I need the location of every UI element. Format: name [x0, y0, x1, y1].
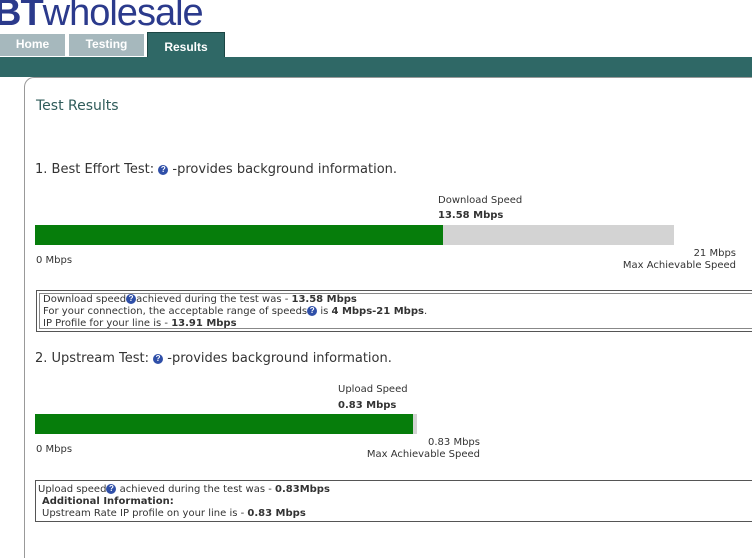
upload-speed-label: Upload Speed — [338, 384, 408, 395]
upload-info-text-1: Upload speed — [38, 484, 107, 495]
range-info-end: . — [423, 306, 428, 317]
logo-bt: BT — [0, 0, 44, 34]
logo-wholesale: wholesale — [42, 0, 204, 34]
tab-results[interactable]: Results — [147, 32, 225, 58]
download-info-value: 13.58 Mbps — [291, 294, 357, 305]
upload-speed-fill — [35, 414, 414, 434]
page-title: Test Results — [36, 98, 119, 114]
download-speed-fill — [35, 225, 444, 245]
upload-info-box: Upload speed? achieved during the test w… — [35, 480, 752, 522]
upload-info-value: 0.83Mbps — [275, 484, 330, 495]
nav-tabs: Home Testing Results — [0, 32, 752, 58]
range-info-value: 4 Mbps-21 Mbps — [331, 306, 424, 317]
upstream-profile-value: 0.83 Mbps — [247, 508, 306, 519]
help-icon[interactable]: ? — [307, 306, 318, 316]
ip-profile-text: IP Profile for your line is - — [43, 318, 172, 329]
upload-max-value: 0.83 Mbps — [428, 437, 480, 448]
upload-speed-value: 0.83 Mbps — [338, 400, 397, 411]
download-speed-label: Download Speed — [438, 195, 523, 206]
download-speed-bar — [35, 225, 674, 245]
range-info-is: is — [317, 306, 332, 317]
range-info-text: For your connection, the acceptable rang… — [43, 306, 308, 317]
ip-profile-value: 13.91 Mbps — [171, 318, 237, 329]
upstream-heading-suffix: -provides background information. — [163, 351, 392, 366]
upload-info-text-2: achieved during the test was - — [116, 484, 276, 495]
download-info-text-2: achieved during the test was - — [136, 294, 292, 305]
help-icon[interactable]: ? — [158, 164, 169, 175]
tab-testing[interactable]: Testing — [69, 34, 146, 56]
help-icon[interactable]: ? — [126, 294, 137, 304]
download-min-label: 0 Mbps — [36, 255, 73, 266]
bt-wholesale-logo[interactable]: BTwholesale — [0, 0, 204, 34]
upstream-profile-text: Upstream Rate IP profile on your line is… — [42, 508, 248, 519]
nav-strip — [0, 57, 752, 77]
upstream-heading-prefix: 2. Upstream Test: — [35, 351, 149, 366]
tab-home[interactable]: Home — [0, 34, 67, 56]
download-info-box: Download speed? achieved during the test … — [36, 290, 752, 332]
additional-info-heading: Additional Information: — [42, 496, 174, 507]
best-effort-heading-suffix: -provides background information. — [168, 162, 398, 177]
download-max-label: Max Achievable Speed — [622, 260, 736, 271]
help-icon[interactable]: ? — [153, 353, 164, 364]
upload-max-label: Max Achievable Speed — [366, 449, 480, 460]
download-speed-value: 13.58 Mbps — [438, 210, 504, 221]
download-max-value: 21 Mbps — [693, 248, 736, 259]
download-info-text-1: Download speed — [43, 294, 127, 305]
upload-min-label: 0 Mbps — [36, 444, 73, 455]
help-icon[interactable]: ? — [106, 484, 117, 494]
best-effort-heading: 1. Best Effort Test: ? -provides backgro… — [35, 162, 397, 177]
upload-speed-bar — [35, 414, 417, 434]
upstream-heading: 2. Upstream Test: ? -provides background… — [35, 351, 392, 366]
best-effort-heading-prefix: 1. Best Effort Test: — [35, 162, 155, 177]
